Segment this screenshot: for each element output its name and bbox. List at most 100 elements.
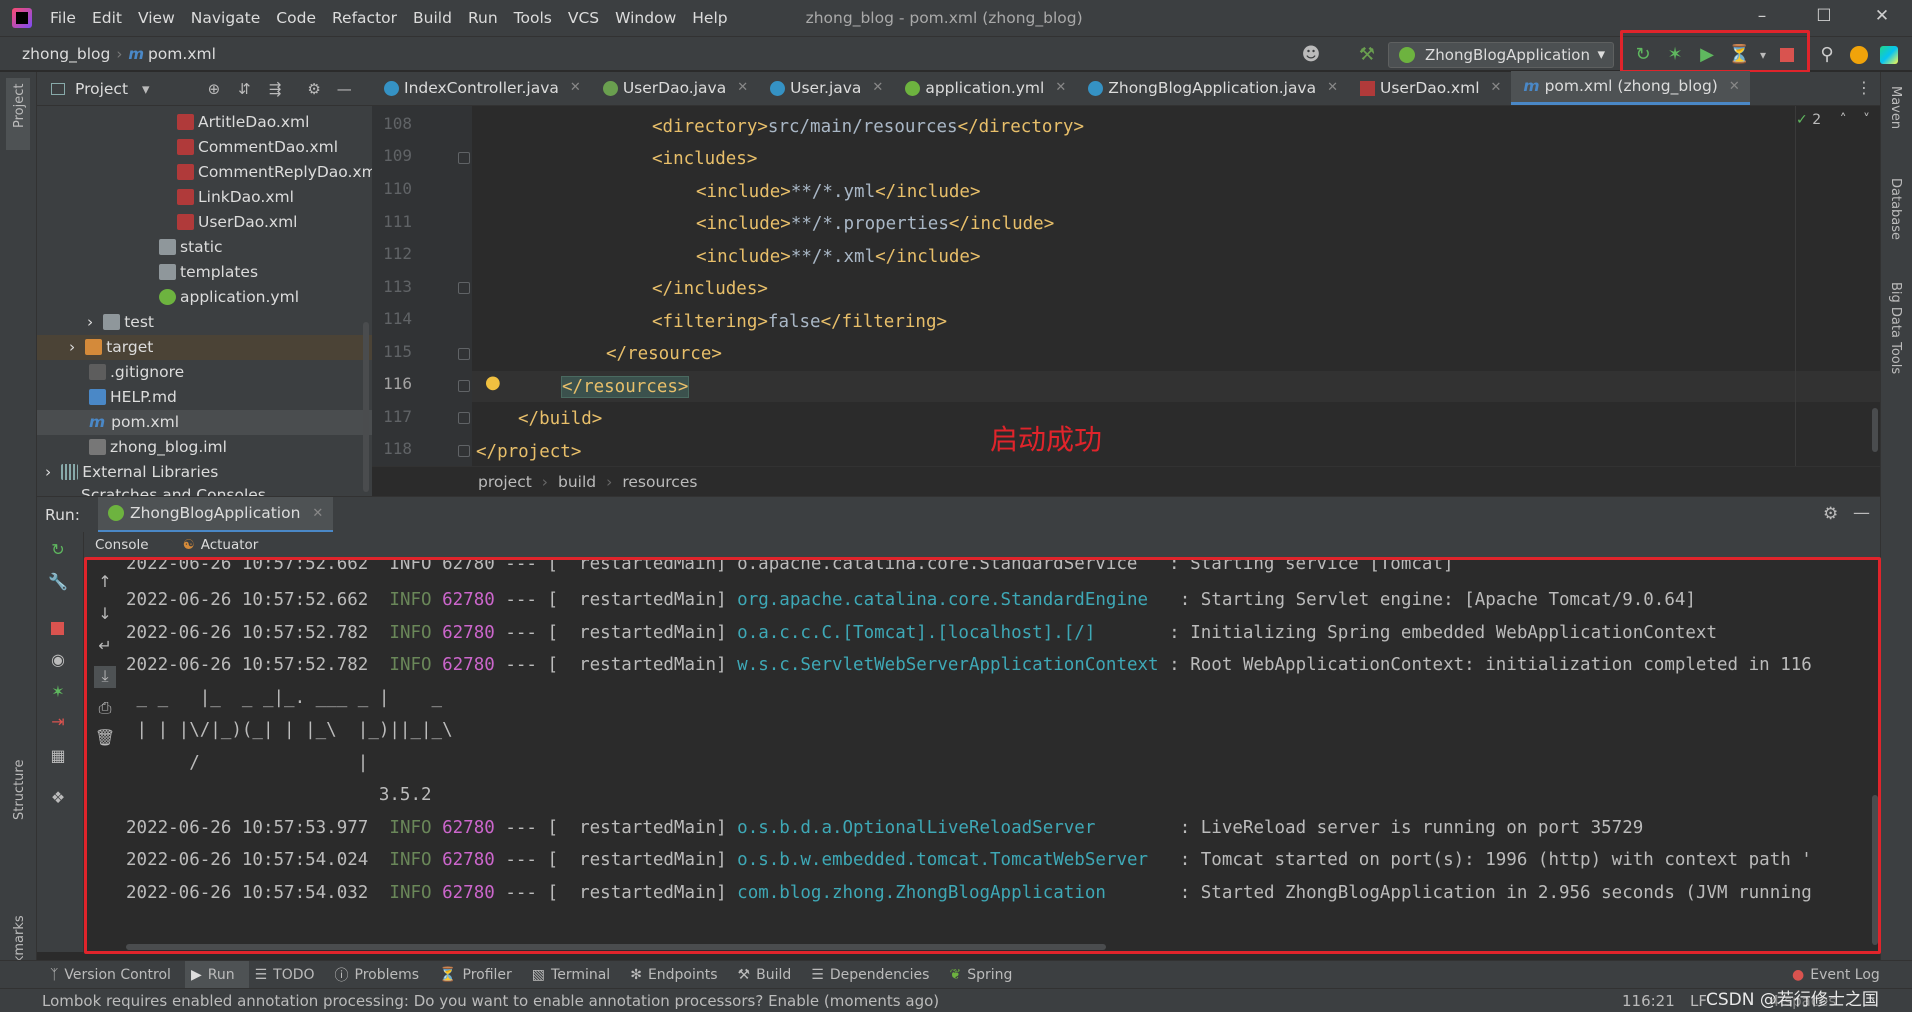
maven-tool-label[interactable]: Maven: [1888, 86, 1903, 129]
tree-item-scratches[interactable]: Scratches and Consoles: [37, 484, 372, 496]
menu-edit[interactable]: Edit: [84, 9, 130, 27]
tab-user-java[interactable]: User.java ✕: [758, 71, 893, 105]
collapse-all-icon[interactable]: ⇶: [269, 80, 282, 98]
structure-tool-label[interactable]: Structure: [12, 760, 27, 820]
close-tab-icon[interactable]: ✕: [1327, 71, 1338, 105]
tree-item-templates[interactable]: templates: [37, 260, 372, 285]
tab-application-yml[interactable]: application.yml ✕: [893, 71, 1076, 105]
chevron-right-icon[interactable]: ›: [69, 338, 75, 356]
menu-refactor[interactable]: Refactor: [324, 9, 405, 27]
tree-item-pom-xml[interactable]: m pom.xml: [37, 410, 372, 435]
layout-icon[interactable]: ▦: [47, 746, 69, 768]
close-tab-icon[interactable]: ✕: [1729, 71, 1740, 102]
tree-item-external-libraries[interactable]: › External Libraries: [37, 460, 372, 485]
tree-item-help-md[interactable]: HELP.md: [37, 385, 372, 410]
fold-marker-icon[interactable]: [458, 380, 470, 392]
tree-item-commentdao[interactable]: CommentDao.xml: [37, 135, 372, 160]
code-line-116[interactable]: </resources>: [472, 371, 690, 403]
close-button[interactable]: ✕: [1870, 6, 1894, 30]
intellij-logo-icon[interactable]: [12, 8, 32, 28]
fold-marker-icon[interactable]: [458, 445, 470, 457]
update-icon[interactable]: [1848, 44, 1870, 66]
status-message[interactable]: Lombok requires enabled annotation proce…: [42, 992, 939, 1010]
tab-build[interactable]: ⚒ Build: [732, 961, 806, 989]
menu-help[interactable]: Help: [684, 9, 735, 27]
tab-spring[interactable]: ❦ Spring: [943, 961, 1026, 989]
tabs-menu-icon[interactable]: ⋮: [1856, 78, 1872, 97]
menu-code[interactable]: Code: [268, 9, 324, 27]
hide-panel-icon[interactable]: —: [337, 80, 352, 98]
tab-version-control[interactable]: ᛉ Version Control: [44, 961, 185, 989]
menu-tools[interactable]: Tools: [506, 9, 560, 27]
tree-item-linkdao[interactable]: LinkDao.xml: [37, 185, 372, 210]
tab-pom-xml[interactable]: m pom.xml (zhong_blog) ✕: [1511, 71, 1750, 105]
run-config-selector[interactable]: ZhongBlogApplication ▾: [1388, 42, 1614, 68]
breadcrumb-project[interactable]: project: [478, 473, 532, 491]
code-line-118[interactable]: </project>: [472, 436, 581, 466]
tab-index-controller[interactable]: IndexController.java ✕: [372, 71, 591, 105]
rerun-icon[interactable]: ↻: [47, 540, 69, 562]
editor-scrollbar[interactable]: [1872, 408, 1878, 452]
code-line-110[interactable]: <include>**/*.yml</include>: [472, 176, 980, 208]
tab-userdao-xml[interactable]: UserDao.xml ✕: [1348, 71, 1511, 105]
locate-icon[interactable]: ⊕: [208, 80, 221, 98]
tree-item-commentreplydao[interactable]: CommentReplyDao.xm: [37, 160, 377, 185]
minimize-button[interactable]: –: [1750, 6, 1774, 30]
code-line-112[interactable]: <include>**/*.xml</include>: [472, 241, 980, 273]
expand-all-icon[interactable]: ⇵: [238, 80, 251, 98]
build-hammer-icon[interactable]: ⚒: [1356, 44, 1378, 66]
menu-vcs[interactable]: VCS: [560, 9, 607, 27]
tab-todo[interactable]: ☰ TODO: [249, 961, 329, 989]
wrench-icon[interactable]: 🔧: [47, 572, 69, 594]
close-tab-icon[interactable]: ✕: [737, 71, 748, 105]
tab-terminal[interactable]: ▧ Terminal: [526, 961, 624, 989]
tree-item-artitledao[interactable]: ArtitleDao.xml: [37, 110, 372, 135]
project-tool-label[interactable]: Project: [12, 84, 27, 128]
user-icon[interactable]: ☻: [1300, 44, 1322, 66]
close-tab-icon[interactable]: ✕: [312, 506, 323, 521]
chevron-down-icon[interactable]: ˅: [1863, 112, 1870, 128]
tab-run[interactable]: ▶ Run: [184, 960, 249, 989]
close-tab-icon[interactable]: ✕: [872, 71, 883, 105]
maximize-button[interactable]: ☐: [1812, 6, 1836, 30]
breadcrumb-build[interactable]: build: [558, 473, 596, 491]
hide-run-panel-icon[interactable]: —: [1853, 503, 1870, 523]
close-tab-icon[interactable]: ✕: [570, 71, 581, 105]
code-line-108[interactable]: <directory>src/main/resources</directory…: [472, 111, 1084, 143]
tab-dependencies[interactable]: ☰ Dependencies: [805, 961, 943, 989]
tab-userdao-java[interactable]: UserDao.java ✕: [591, 71, 758, 105]
tree-item-test[interactable]: › test: [37, 310, 372, 335]
code-line-117[interactable]: </build>: [472, 403, 602, 435]
tree-item-application-yml[interactable]: application.yml: [37, 285, 372, 310]
tab-profiler[interactable]: ⏳ Profiler: [433, 961, 526, 989]
fold-marker-icon[interactable]: [458, 412, 470, 424]
close-tab-icon[interactable]: ✕: [1491, 71, 1502, 105]
fold-marker-icon[interactable]: [458, 282, 470, 294]
tree-item-userdao-xml[interactable]: UserDao.xml: [37, 210, 372, 235]
fold-marker-icon[interactable]: [458, 348, 470, 360]
database-tool-label[interactable]: Database: [1888, 178, 1903, 240]
tab-endpoints[interactable]: ✻ Endpoints: [624, 961, 731, 989]
breadcrumb-resources[interactable]: resources: [622, 473, 697, 491]
menu-window[interactable]: Window: [607, 9, 684, 27]
code-line-114[interactable]: <filtering>false</filtering>: [472, 306, 947, 338]
settings-gear-icon[interactable]: ⚙: [307, 80, 320, 98]
chevron-up-icon[interactable]: ˄: [1840, 112, 1847, 128]
pin-icon[interactable]: ❖: [47, 788, 69, 810]
tab-problems[interactable]: ⓘ Problems: [329, 961, 434, 989]
exit-icon[interactable]: ⇥: [47, 712, 69, 734]
search-icon[interactable]: ⚲: [1816, 44, 1838, 66]
tab-zhongblog-application[interactable]: ZhongBlogApplication.java ✕: [1076, 71, 1348, 105]
menu-file[interactable]: File: [42, 9, 84, 27]
nav-project[interactable]: zhong_blog: [22, 45, 110, 63]
run-settings-gear-icon[interactable]: ⚙: [1823, 504, 1838, 524]
cursor-position[interactable]: 116:21: [1622, 992, 1675, 1010]
camera-icon[interactable]: ◉: [47, 650, 69, 672]
debug-icon[interactable]: ✶: [47, 682, 69, 704]
code-line-109[interactable]: <includes>: [472, 143, 757, 175]
run-config-tab[interactable]: ZhongBlogApplication ✕: [97, 496, 334, 533]
tree-item-target[interactable]: › target: [37, 335, 372, 360]
chevron-right-icon[interactable]: ›: [87, 313, 93, 331]
fold-marker-icon[interactable]: [458, 152, 470, 164]
tree-item-static[interactable]: static: [37, 235, 372, 260]
